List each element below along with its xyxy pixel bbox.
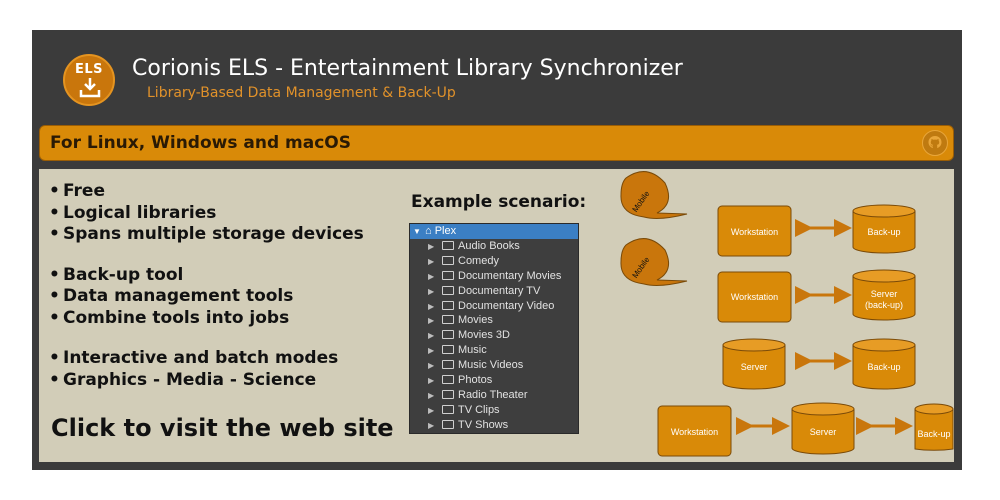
header-frame: ELS Corionis ELS - Entertainment Library… [32,30,962,470]
folder-icon [442,255,454,265]
svg-text:Back-up: Back-up [867,227,900,237]
collapsed-arrow-icon: ▶ [428,256,435,266]
tree-item: ▶ TV Shows [410,418,578,433]
app-title[interactable]: Corionis ELS - Entertainment Library Syn… [132,56,683,81]
collapsed-arrow-icon: ▶ [428,286,435,296]
logo-text: ELS [74,62,104,77]
backup-node: Back-up [852,338,916,390]
els-logo[interactable]: ELS [63,54,115,106]
tree-item: ▶ Documentary Movies [410,269,578,284]
content-panel[interactable]: • Free • Logical libraries • Spans multiple… [39,169,954,462]
svg-text:Server: Server [741,362,768,372]
expanded-arrow-icon: ▼ [413,227,421,236]
folder-icon [442,270,454,280]
feature-item: • Combine tools into jobs [49,307,290,328]
tree-item: ▶ Documentary Video [410,299,578,314]
folder-icon [442,285,454,295]
tree-item: ▶ Photos [410,373,578,388]
collapsed-arrow-icon: ▶ [428,361,435,371]
home-icon: ⌂ [425,225,432,237]
tree-item: ▶ Music [410,343,578,358]
tree-item: ▶ Movies [410,313,578,328]
svg-text:Server: Server [871,289,898,299]
tree-item: ▶ TV Clips [410,403,578,418]
folder-icon [442,404,454,414]
collapsed-arrow-icon: ▶ [428,331,435,341]
mobile-bubble: Mobile [620,238,688,286]
scenario-title: Example scenario: [411,192,587,212]
workstation-node: Workstation [717,271,792,323]
tree-root: ▼ ⌂ Plex [410,224,578,239]
feature-item: • Data management tools [49,286,294,306]
feature-item: • Back-up tool [49,264,184,285]
svg-text:Workstation: Workstation [731,227,778,237]
server-node: Server [722,338,786,390]
server-node: Server [791,402,855,455]
folder-icon [442,330,454,340]
collapsed-arrow-icon: ▶ [428,346,435,356]
tree-item: ▶ Music Videos [410,358,578,373]
folder-icon [442,375,454,385]
feature-item: • Spans multiple storage devices [49,224,364,244]
visit-website-link[interactable]: Click to visit the web site [51,414,394,442]
folder-icon [442,315,454,325]
tree-item: ▶ Documentary TV [410,284,578,299]
backup-node: Back-up [852,204,916,254]
tree-item: ▶ Radio Theater [410,388,578,403]
server-backup-node: Server (back-up) [852,269,916,321]
svg-text:Server: Server [810,427,837,437]
tree-item: ▶ Audio Books [410,239,578,254]
collapsed-arrow-icon: ▶ [428,376,435,386]
folder-icon [442,419,454,429]
svg-text:Workstation: Workstation [671,427,718,437]
collapsed-arrow-icon: ▶ [428,405,435,415]
mobile-bubble: Mobile [620,171,688,219]
collapsed-arrow-icon: ▶ [428,271,435,281]
platform-text: For Linux, Windows and macOS [50,133,352,153]
folder-icon [442,360,454,370]
collapsed-arrow-icon: ▶ [428,242,435,251]
folder-icon [442,345,454,355]
tree-item: ▶ Movies 3D [410,328,578,343]
platform-banner: For Linux, Windows and macOS [39,125,954,161]
feature-list: • Free • Logical libraries • Spans multiple… [49,181,364,391]
collapsed-arrow-icon: ▶ [428,420,435,430]
collapsed-arrow-icon: ▶ [428,390,435,400]
folder-icon [442,389,454,399]
folder-icon [442,241,454,250]
collapsed-arrow-icon: ▶ [428,301,435,311]
workstation-node: Workstation [657,405,732,457]
svg-text:(back-up): (back-up) [865,300,903,310]
folder-icon [442,300,454,310]
svg-text:Back-up: Back-up [867,362,900,372]
scenario-diagram: Mobile Workstation Back-up Mobile Workst… [620,171,954,457]
library-tree: ▼ ⌂ Plex ▶ Audio Books ▶ Comedy ▶ Documentar… [409,223,579,434]
app-subtitle: Library-Based Data Management & Back-Up [147,85,456,101]
svg-text:Back-up: Back-up [917,429,950,439]
feature-item: • Interactive and batch modes [49,348,339,368]
backup-node: Back-up [914,403,954,451]
tree-item: ▶ Comedy [410,254,578,269]
download-icon [79,78,101,98]
feature-item: • Graphics - Media - Science [49,369,317,390]
collapsed-arrow-icon: ▶ [428,316,435,326]
feature-item: • Free [49,181,105,201]
feature-item: • Logical libraries [49,202,217,223]
github-icon[interactable] [922,130,948,156]
workstation-node: Workstation [717,205,792,257]
svg-text:Workstation: Workstation [731,292,778,302]
